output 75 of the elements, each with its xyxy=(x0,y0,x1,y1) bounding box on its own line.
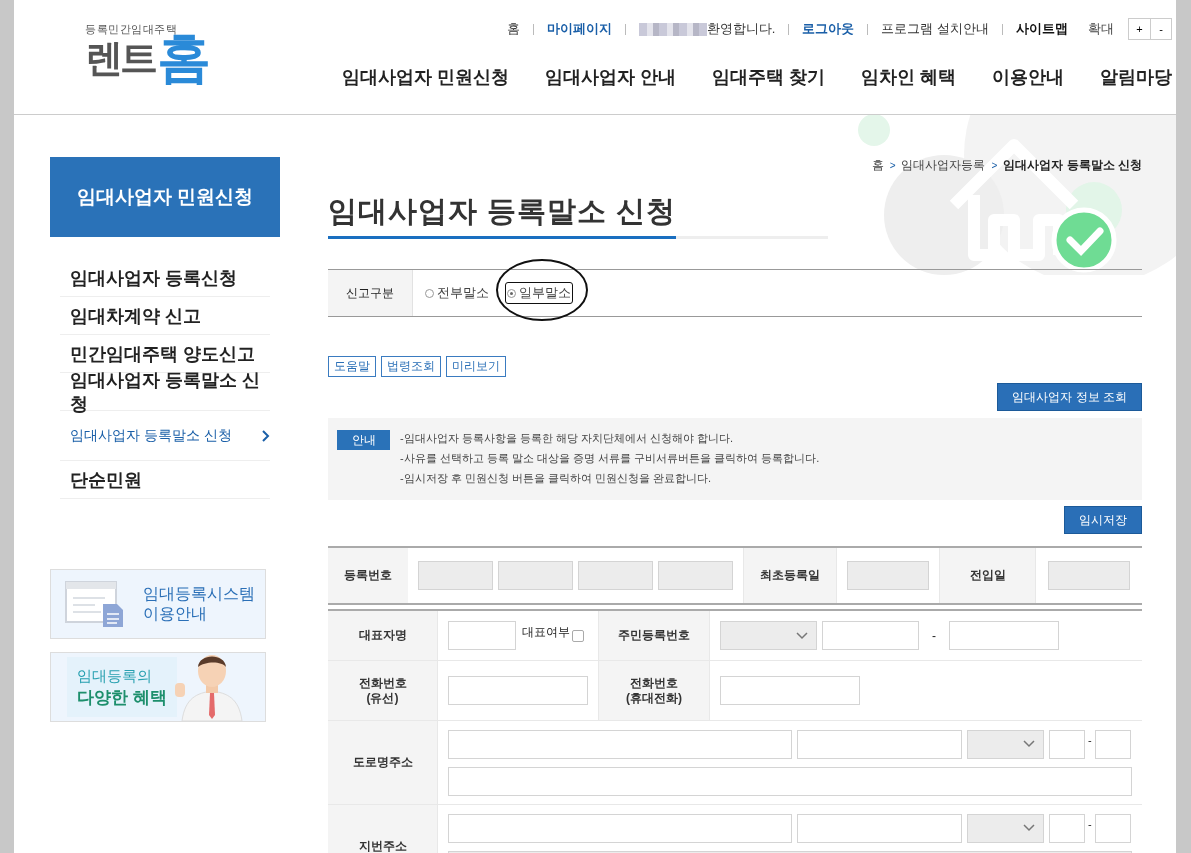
tool-button[interactable]: 도움말 xyxy=(328,356,376,377)
utility-link[interactable]: 홈 xyxy=(506,20,520,38)
input-field[interactable] xyxy=(1094,729,1131,759)
breadcrumb-item[interactable]: 임대사업자등록 xyxy=(901,156,986,174)
input-field[interactable] xyxy=(448,676,588,705)
sidebar-item[interactable]: 단순민원 xyxy=(60,461,270,499)
banner-text: 임대등록시스템 이용안내 xyxy=(143,584,255,624)
dash-text: - xyxy=(1088,734,1092,746)
tool-button[interactable]: 법령조회 xyxy=(381,356,441,377)
input-field[interactable] xyxy=(448,766,1132,796)
temporary-save-button[interactable]: 임시저장 xyxy=(1064,506,1142,534)
banner-text: 임대등록의 다양한 혜택 xyxy=(67,657,177,717)
row-label: 최초등록일 xyxy=(743,548,837,603)
nav-menu-item[interactable]: 임차인 혜택 xyxy=(861,65,956,89)
input-field[interactable] xyxy=(1094,813,1131,843)
breadcrumb-item[interactable]: 홈 xyxy=(871,156,884,174)
breadcrumb-item[interactable]: 임대사업자 등록말소 신청 xyxy=(1003,156,1142,174)
sidebar-item[interactable]: 임대사업자 등록신청 xyxy=(60,259,270,297)
input-field[interactable] xyxy=(448,621,516,650)
notice-text: -임시저장 후 민원신청 버튼을 클릭하여 민원신청을 완료합니다. xyxy=(400,471,713,486)
notice-text: -사유를 선택하고 등록 말소 대상을 증명 서류를 구비서류버튼을 클릭하여 등록합니다. xyxy=(400,451,820,466)
sidebar-item[interactable]: 민간임대주택 양도신고 xyxy=(60,335,270,373)
checkbox-label: 대표여부 xyxy=(522,624,570,641)
nav-menu-item[interactable]: 이용안내 xyxy=(992,65,1064,89)
radio-option[interactable]: 전부말소 xyxy=(424,283,490,303)
utility-link[interactable]: 사이트맵 xyxy=(1016,20,1068,38)
row-label: 전화번호 (휴대전화) xyxy=(598,661,710,720)
breadcrumb-separator: > xyxy=(889,159,896,171)
utility-link[interactable]: 로그아웃 xyxy=(802,20,855,38)
chevron-right-icon xyxy=(262,429,270,442)
dash-text: - xyxy=(1088,818,1092,830)
input-field[interactable] xyxy=(797,813,962,843)
redaction-block xyxy=(638,22,707,36)
input-field[interactable] xyxy=(448,729,792,759)
welcome-text: 환영합니다. xyxy=(706,20,776,38)
sidebar-item[interactable]: 임대사업자 등록말소 신청 xyxy=(60,373,270,411)
dash-text: - xyxy=(932,628,936,643)
input-field[interactable] xyxy=(448,813,792,843)
document-icon xyxy=(65,580,125,628)
tool-button[interactable]: 미리보기 xyxy=(446,356,506,377)
row-label: 대표자명 xyxy=(328,611,438,660)
nav-menu-item[interactable]: 임대사업자 안내 xyxy=(544,65,676,89)
input-field[interactable] xyxy=(797,729,962,759)
row-label: 전입일 xyxy=(939,548,1036,603)
logo-caption: 등록민간임대주택 xyxy=(85,22,177,35)
nav-menu-item[interactable]: 임대주택 찾기 xyxy=(711,65,825,89)
row-label: 등록번호 xyxy=(328,548,408,603)
breadcrumb-separator: > xyxy=(991,159,998,171)
nav-menu-item[interactable]: 알림마당 xyxy=(1100,65,1172,89)
row-label: 주민등록번호 xyxy=(598,611,710,660)
notice-badge: 안내 xyxy=(337,430,390,450)
page-title: 임대사업자 등록말소 신청 xyxy=(328,192,677,239)
row-label: 신고구분 xyxy=(328,270,413,316)
input-field[interactable] xyxy=(1049,813,1085,843)
info-lookup-button[interactable]: 임대사업자 정보 조회 xyxy=(997,383,1142,411)
row-label: 전화번호 (유선) xyxy=(328,661,438,720)
sidebar-item[interactable]: 임대차계약 신고 xyxy=(60,297,270,335)
input-field[interactable] xyxy=(1049,729,1085,759)
input-field[interactable] xyxy=(822,621,919,650)
zoom-label: 확대 xyxy=(1088,20,1114,38)
sidebar-title: 임대사업자 민원신청 xyxy=(50,157,280,237)
chevron-down-icon xyxy=(1023,824,1035,832)
row-label: 도로명주소 xyxy=(328,721,438,804)
banner[interactable]: 임대등록시스템 이용안내 xyxy=(50,569,266,639)
input-field[interactable] xyxy=(720,676,860,705)
chevron-down-icon xyxy=(796,631,808,640)
notice-text: -임대사업자 등록사항을 등록한 해당 자치단체에서 신청해야 합니다. xyxy=(400,431,735,446)
input-field[interactable] xyxy=(949,621,1059,650)
row-label: 지번주소 xyxy=(328,805,438,853)
nav-menu-item[interactable]: 임대사업자 민원신청 xyxy=(341,65,509,89)
utility-link[interactable]: 마이페이지 xyxy=(546,20,612,38)
checkbox[interactable] xyxy=(572,629,584,642)
banner[interactable]: 임대등록의 다양한 혜택 xyxy=(50,652,266,722)
utility-link[interactable]: 프로그램 설치안내 xyxy=(881,20,989,38)
chevron-down-icon xyxy=(1023,740,1035,748)
